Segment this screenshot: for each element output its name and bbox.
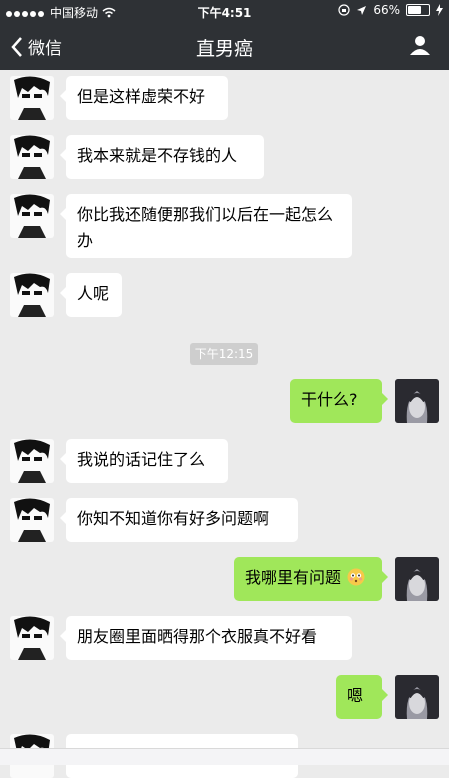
contact-avatar[interactable]: [10, 76, 54, 120]
chat-area[interactable]: 但是这样虚荣不好 我本来就是不存钱的人 你比我还随便那我们以后在一起怎么办 人呢…: [0, 70, 449, 778]
contact-avatar[interactable]: [10, 194, 54, 238]
message-bubble[interactable]: 我本来就是不存钱的人: [60, 135, 264, 179]
message-bubble[interactable]: 我哪里有问题: [234, 557, 388, 601]
profile-button[interactable]: [409, 34, 431, 60]
my-avatar[interactable]: [395, 675, 439, 719]
message-bubble[interactable]: 嗯: [336, 675, 388, 719]
orientation-lock-icon: [338, 4, 350, 16]
my-avatar[interactable]: [395, 557, 439, 601]
contact-avatar[interactable]: [10, 616, 54, 660]
message-bubble[interactable]: 你知不知道你有好多问题啊: [60, 498, 298, 542]
my-avatar[interactable]: [395, 379, 439, 423]
message-bubble[interactable]: 我说的话记住了么: [60, 439, 228, 483]
contact-avatar[interactable]: [10, 273, 54, 317]
contact-avatar[interactable]: [10, 439, 54, 483]
timestamp-label: 下午12:15: [190, 343, 258, 365]
chat-title: 直男癌: [195, 38, 253, 60]
message-bubble[interactable]: 人呢: [60, 273, 122, 317]
message-text: 我哪里有问题: [245, 568, 342, 587]
battery-icon: [406, 4, 430, 16]
message-bubble[interactable]: 但是这样虚荣不好: [60, 76, 228, 120]
contact-avatar[interactable]: [10, 498, 54, 542]
charging-bolt-icon: [436, 4, 443, 16]
message-bubble[interactable]: 干什么?: [290, 379, 388, 423]
battery-percent: 66%: [373, 3, 400, 17]
nav-bar: 微信 直男癌: [0, 22, 449, 70]
top-bar: 中国移动 下午4:51 66% 微信 直男癌: [0, 0, 449, 70]
contact-avatar[interactable]: [10, 135, 54, 179]
input-bar[interactable]: [0, 748, 449, 765]
flushed-face-emoji: [347, 568, 365, 586]
person-icon: [410, 36, 430, 55]
location-arrow-icon: [357, 5, 367, 15]
message-bubble[interactable]: 朋友圈里面晒得那个衣服真不好看: [60, 616, 352, 660]
status-bar: 中国移动 下午4:51 66%: [0, 0, 449, 22]
message-bubble[interactable]: 你比我还随便那我们以后在一起怎么办: [60, 194, 352, 258]
